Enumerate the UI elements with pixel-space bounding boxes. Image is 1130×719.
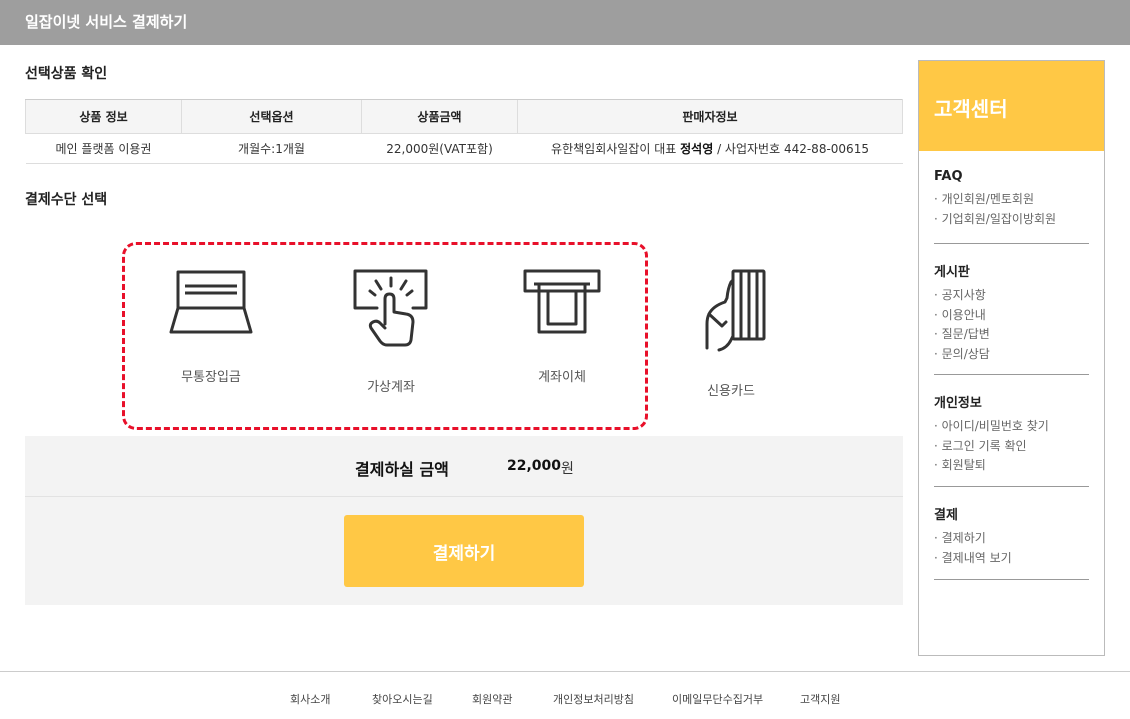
customer-center-sidebar: 고객센터 FAQ · 개인회원/멘토회원 · 기업회원/일잡이방회원 게시판 ·…	[918, 60, 1105, 656]
payment-option-account-transfer[interactable]: 계좌이체	[497, 262, 627, 385]
payment-option-credit-card[interactable]: 신용카드	[666, 262, 796, 399]
footer-link-email-refusal[interactable]: 이메일무단수집거부	[672, 691, 763, 707]
sidebar-group-privacy: 개인정보 · 아이디/비밀번호 찾기 · 로그인 기록 확인 · 회원탈퇴	[934, 392, 1089, 476]
payment-option-label: 가상계좌	[367, 380, 415, 395]
column-header-product: 상품 정보	[25, 99, 182, 134]
footer-link-support[interactable]: 고객지원	[800, 691, 840, 707]
product-option-cell: 개월수:1개월	[181, 133, 362, 164]
atm-transfer-icon	[497, 262, 627, 338]
footer-link-terms[interactable]: 회원약관	[472, 691, 512, 707]
column-header-price: 상품금액	[361, 99, 518, 134]
amount-value: 22,000	[507, 458, 562, 474]
sidebar-item-company-member[interactable]: · 기업회원/일잡이방회원	[934, 210, 1089, 230]
selected-product-table: 상품 정보 선택옵션 상품금액 판매자정보 메인 플랫폼 이용권 개월수:1개월…	[25, 99, 903, 164]
touch-screen-icon	[326, 262, 456, 348]
payment-method-title: 결제수단 선택	[25, 192, 108, 208]
sidebar-item-inquiry[interactable]: · 문의/상담	[934, 345, 1089, 365]
pay-button[interactable]: 결제하기	[344, 515, 584, 587]
amount-unit: 원	[561, 461, 574, 477]
laptop-icon	[146, 262, 276, 338]
column-header-option: 선택옵션	[181, 99, 362, 134]
page-title: 일잡이넷 서비스 결제하기	[25, 13, 188, 31]
sidebar-item-personal-member[interactable]: · 개인회원/멘토회원	[934, 190, 1089, 210]
sidebar-item-notice[interactable]: · 공지사항	[934, 286, 1089, 306]
sidebar-group-payment: 결제 · 결제하기 · 결제내역 보기	[934, 504, 1089, 568]
table-row: 메인 플랫폼 이용권 개월수:1개월 22,000원(VAT포함) 유한책임회사…	[25, 133, 903, 164]
footer-divider	[0, 671, 1130, 672]
payment-option-virtual-account[interactable]: 가상계좌	[326, 262, 456, 395]
top-header-bar: 일잡이넷 서비스 결제하기	[0, 0, 1130, 45]
sidebar-group-title: 게시판	[934, 265, 970, 280]
sidebar-divider	[934, 374, 1089, 375]
table-header-row: 상품 정보 선택옵션 상품금액 판매자정보	[25, 99, 903, 134]
sidebar-group-faq: FAQ · 개인회원/멘토회원 · 기업회원/일잡이방회원	[934, 169, 1089, 229]
amount-label: 결제하실 금액	[355, 460, 449, 479]
sidebar-divider	[934, 243, 1089, 244]
footer-link-directions[interactable]: 찾아오시는길	[372, 691, 433, 707]
selected-product-title: 선택상품 확인	[25, 66, 108, 82]
payment-option-label: 신용카드	[707, 384, 755, 399]
payment-option-bank-deposit[interactable]: 무통장입금	[146, 262, 276, 385]
payment-option-label: 무통장입금	[181, 370, 241, 385]
seller-suffix: / 사업자번호 442-88-00615	[717, 142, 869, 156]
sidebar-group-title: FAQ	[934, 169, 963, 184]
footer-link-company[interactable]: 회사소개	[290, 691, 330, 707]
sidebar-item-pay[interactable]: · 결제하기	[934, 529, 1089, 549]
sidebar-divider	[934, 486, 1089, 487]
payment-option-label: 계좌이체	[538, 370, 586, 385]
customer-center-title: 고객센터	[934, 97, 1008, 121]
seller-info-cell: 유한책임회사일잡이 대표 정석영 / 사업자번호 442-88-00615	[517, 133, 903, 164]
seller-prefix: 유한책임회사일잡이 대표	[551, 142, 677, 156]
payment-summary-area: 결제하실 금액 22,000 원 결제하기	[25, 436, 903, 605]
sidebar-item-qna[interactable]: · 질문/답변	[934, 325, 1089, 345]
credit-card-icon	[666, 262, 796, 352]
sidebar-group-board: 게시판 · 공지사항 · 이용안내 · 질문/답변 · 문의/상담	[934, 261, 1089, 364]
sidebar-item-find-id-password[interactable]: · 아이디/비밀번호 찾기	[934, 417, 1089, 437]
column-header-seller: 판매자정보	[517, 99, 903, 134]
sidebar-group-title: 개인정보	[934, 396, 982, 411]
product-price-cell: 22,000원(VAT포함)	[361, 133, 518, 164]
sidebar-item-payment-history[interactable]: · 결제내역 보기	[934, 549, 1089, 569]
sidebar-item-guide[interactable]: · 이용안내	[934, 306, 1089, 326]
seller-name: 정석영	[680, 142, 714, 156]
footer-link-privacy-policy[interactable]: 개인정보처리방침	[553, 691, 634, 707]
customer-center-header: 고객센터	[919, 61, 1104, 151]
sidebar-divider	[934, 579, 1089, 580]
product-name-cell: 메인 플랫폼 이용권	[25, 133, 182, 164]
sidebar-item-withdraw[interactable]: · 회원탈퇴	[934, 456, 1089, 476]
amount-row: 결제하실 금액 22,000 원	[25, 436, 903, 497]
sidebar-item-login-history[interactable]: · 로그인 기록 확인	[934, 437, 1089, 457]
sidebar-group-title: 결제	[934, 508, 958, 523]
